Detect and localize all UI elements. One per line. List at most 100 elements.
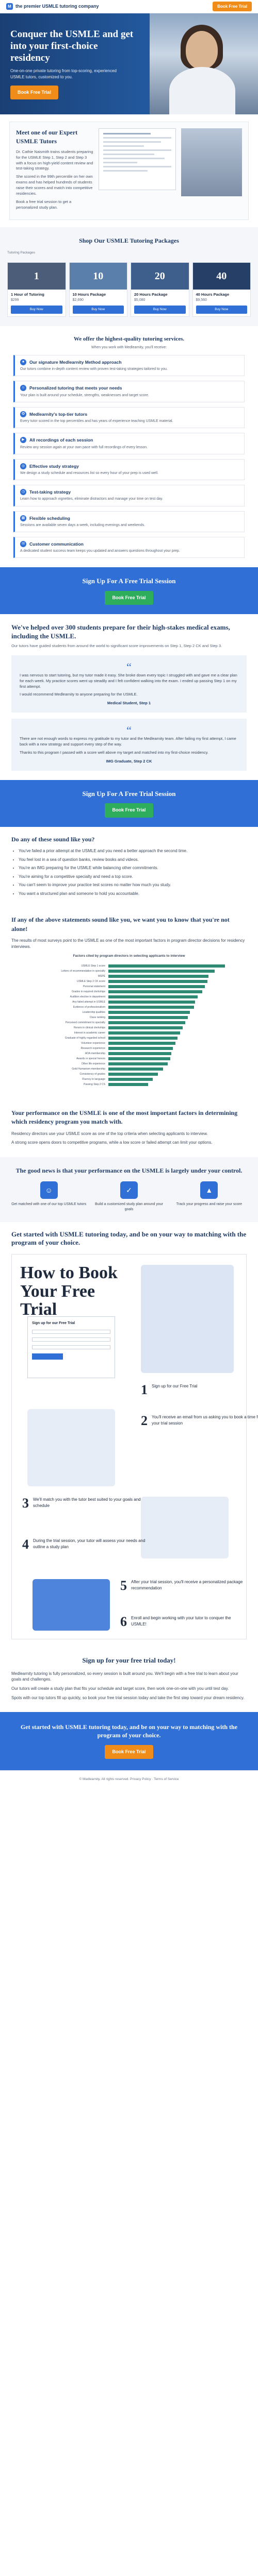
chart-bar [108,1052,172,1056]
chart-bar-row: Fluency in language [26,1077,232,1082]
chart-bar [108,1073,158,1076]
service-title-row: ☺ Personalized tutoring that meets your n… [20,385,239,392]
chart-bar-row: Gold Humanism membership [26,1067,232,1072]
doc-line [103,133,151,134]
how-step-text: During the trial session, your tutor wil… [33,1538,146,1549]
hero-photo [150,13,258,114]
package-price: $299 [11,298,19,302]
brand-text: the premier USMLE tutoring company [15,3,99,9]
doc-line [103,162,137,163]
package-buy-button[interactable]: Buy Now [11,306,62,314]
final-cta-button[interactable]: Book Free Trial [105,1745,153,1759]
doc-line [103,158,165,159]
user-icon: ☺ [20,385,26,392]
chart-bar-row: Perceived commitment to specialty [26,1021,232,1025]
email-illustration [27,1409,115,1486]
package-buy-button[interactable]: Buy Now [72,306,124,314]
service-item: ✪ Medlearnity's top-tier tutors Every tuto… [13,406,245,429]
package-number: 10 [69,263,127,290]
good-news-steps: ☺ Get matched with one of our top USMLE t… [11,1181,247,1212]
service-item: ◎ Effective study strategy We design a stu… [13,459,245,481]
score-importance-section: Your performance on the USMLE is one of … [0,1100,258,1157]
how-step: 5 After your trial session, you'll receiv… [120,1579,244,1592]
hero-cta-button[interactable]: Book Free Trial [10,85,59,99]
service-desc: Review any session again at your own pac… [20,445,148,449]
chart-bar [108,1062,168,1066]
chart-category-label: Audition elective in department [70,995,105,998]
how-graphic-title: How to Book Your Free Trial [20,1263,118,1319]
chart-bar-track [108,1047,232,1050]
package-buy-button[interactable]: Buy Now [196,306,247,314]
how-to-book-graphic: How to Book Your Free Trial Sign up for … [11,1254,258,1639]
testimonial-extra: I would recommend Medlearnity to anyone … [20,692,138,697]
chart-bar-row: MSPE [26,974,232,979]
tutor-photo [181,128,242,196]
good-news-title: The good news is that your performance o… [15,1166,243,1174]
packages-note: Tutoring Packages [7,250,35,255]
meet-tutor-p2: She scored in the 99th percentile on her… [16,174,93,196]
free-trial-band-2: Sign Up For A Free Trial Session Book Fr… [0,779,258,827]
doc-line [103,145,144,147]
doc-line [103,137,171,139]
signup-form-illustration: Sign up for our Free Trial [27,1316,115,1378]
chart-bar [108,964,225,968]
star-icon: ★ [20,359,26,366]
how-step-number: 2 [141,1413,148,1428]
chart-bar-row: Consistency of grades [26,1072,232,1077]
chart-bar [108,985,205,989]
package-number: 1 [8,263,66,290]
chart-category-label: Any failed attempt in USMLE [72,1000,105,1004]
chart-bar [108,975,209,978]
sound-like-item: You can't seem to improve your practice … [19,882,247,888]
chart-category-label: Grades in required clerkships [71,990,105,993]
chart-bar [108,1067,163,1071]
chart-bar-track [108,975,232,978]
service-title-row: ▦ Flexible scheduling [20,515,239,521]
services-title: We offer the highest-quality tutoring se… [73,335,185,342]
final-cta-title: Get started with USMLE tutoring today, a… [20,1723,238,1739]
good-news-step: ☺ Get matched with one of our top USMLE t… [11,1181,86,1212]
how-step: 1 Sign up for our Free Trial [141,1383,258,1397]
chart-bar [108,970,215,973]
brand[interactable]: M the premier USMLE tutoring company [6,3,99,10]
score-importance-p2: A strong score opens doors to competitiv… [11,1140,213,1145]
person-icon: ☺ [40,1181,58,1199]
free-trial-band-2-button[interactable]: Book Free Trial [105,803,153,818]
how-step-number: 3 [22,1496,29,1511]
good-news-step: ✓ Build a customized study plan around yo… [91,1181,166,1212]
service-title: Medlearnity's top-tier tutors [29,411,88,417]
chart-category-label: Volunteer experience [81,1041,105,1045]
chart-category-label: Awards or special honors [76,1057,105,1060]
chart-bar-row: Research experience [26,1046,232,1051]
doc-line [103,149,171,151]
meet-tutor-card: Meet one of our Expert USMLE Tutors Dr. … [9,122,249,220]
sound-like-list: You've failed a prior attempt at the USM… [11,848,247,897]
service-item: ✉ Customer communication A dedicated stude… [13,537,245,558]
chart-bar [108,995,198,999]
how-step-text: Sign up for our Free Trial [152,1384,198,1388]
good-news-step: ▲ Track your progress and raise your scor… [172,1181,247,1212]
medal-icon: ✪ [20,411,26,417]
service-title-row: ▶ All recordings of each session [20,437,239,444]
how-step-text: Enroll and begin working with your tutor… [131,1616,231,1626]
how-step-text: You'll receive an email from us asking y… [152,1415,258,1426]
service-title: All recordings of each session [29,437,93,443]
chart-category-label: USMLE Step 2 CK score [76,979,105,983]
testimonial-author: Medical Student, Step 1 [107,701,151,706]
service-title: Our signature Medlearnity Method approac… [29,359,122,365]
final-cta-band: Get started with USMLE tutoring today, a… [0,1712,258,1771]
service-title: Personalized tutoring that meets your ne… [29,385,122,391]
service-desc: A dedicated student success team keeps y… [20,549,180,553]
chart-bar-row: Grades in required clerkships [26,990,232,994]
testimonial-card: “I was nervous to start tutoring, but my… [11,655,247,713]
service-desc: Sessions are available seven days a week… [20,523,146,527]
package-body: 1 Hour of Tutoring $299 Buy Now [8,290,66,316]
package-buy-button[interactable]: Buy Now [134,306,186,314]
top-cta-button[interactable]: Book Free Trial [213,1,252,12]
score-importance-title: Your performance on the USMLE is one of … [11,1109,238,1126]
service-title: Customer communication [29,541,84,547]
chart-bar-track [108,980,232,984]
chart-category-label: MSPE [98,974,105,978]
free-trial-band-button[interactable]: Book Free Trial [105,591,153,605]
video-icon: ▶ [20,437,26,444]
